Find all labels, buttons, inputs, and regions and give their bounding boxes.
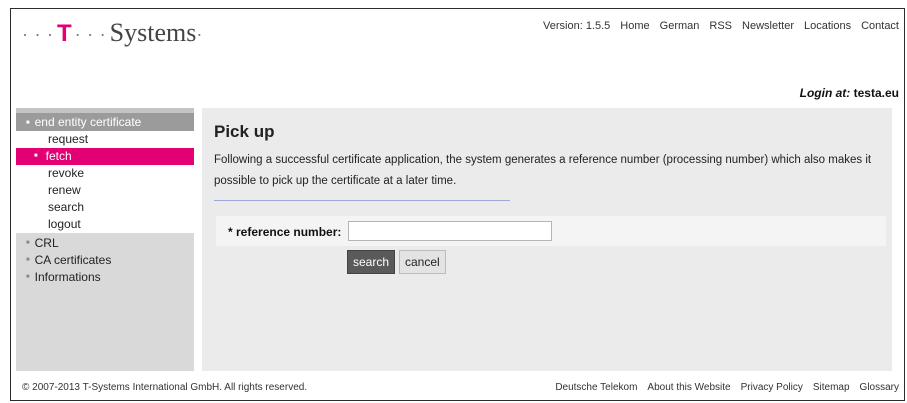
sidebar-item-crl[interactable]: CRL [16, 235, 194, 252]
footer-link-deutsche-telekom[interactable]: Deutsche Telekom [555, 382, 637, 393]
sidebar-item-revoke[interactable]: revoke [16, 165, 194, 182]
search-button[interactable]: search [347, 250, 396, 274]
main-content: Pick up Following a successful certifica… [194, 108, 892, 371]
tsystems-logo[interactable]: · · · T · · · Systems · [22, 18, 203, 48]
logo-dots: · · · [74, 25, 107, 45]
sidebar: end entity certificate request fetch rev… [16, 108, 194, 371]
footer-links: Deutsche Telekom About this Website Priv… [555, 382, 899, 393]
page-description: Following a successful certificate appli… [214, 154, 872, 187]
footer-copyright: © 2007-2013 T-Systems International GmbH… [22, 382, 308, 393]
nav-newsletter-link[interactable]: Newsletter [742, 20, 794, 32]
logo-wordmark: Systems [109, 18, 197, 47]
sidebar-section-end-entity-certificate[interactable]: end entity certificate [16, 113, 194, 131]
footer-link-about[interactable]: About this Website [647, 382, 730, 393]
reference-number-label: * reference number: [228, 225, 342, 239]
sidebar-item-informations[interactable]: Informations [16, 269, 194, 286]
logo-dots: · · · [22, 25, 54, 45]
nav-rss-link[interactable]: RSS [709, 20, 732, 32]
login-value: testa.eu [853, 86, 899, 100]
cancel-button[interactable]: cancel [399, 250, 446, 274]
logo-dot: · [196, 25, 204, 45]
version-label: Version: 1.5.5 [543, 20, 611, 32]
footer-link-glossary[interactable]: Glossary [860, 382, 899, 393]
reference-number-row: * reference number: [216, 216, 886, 246]
footer-link-privacy-policy[interactable]: Privacy Policy [741, 382, 803, 393]
reference-number-input[interactable] [348, 221, 552, 241]
login-info: Login at: testa.eu [800, 86, 899, 100]
sidebar-item-search[interactable]: search [16, 199, 194, 216]
nav-contact-link[interactable]: Contact [861, 20, 899, 32]
sidebar-item-fetch[interactable]: fetch [16, 148, 194, 165]
top-navigation: Version: 1.5.5 Home German RSS Newslette… [543, 20, 899, 32]
login-label: Login at: [799, 86, 851, 100]
nav-locations-link[interactable]: Locations [804, 20, 851, 32]
page-title: Pick up [214, 122, 275, 141]
telekom-t-icon: T [56, 20, 72, 47]
sidebar-submenu: request fetch revoke renew search logout [16, 131, 194, 233]
sidebar-item-ca-certificates[interactable]: CA certificates [16, 252, 194, 269]
divider [214, 200, 510, 201]
sidebar-item-request[interactable]: request [16, 131, 194, 148]
sidebar-other-menu: CRL CA certificates Informations [16, 233, 194, 286]
nav-german-link[interactable]: German [660, 20, 700, 32]
sidebar-item-logout[interactable]: logout [16, 216, 194, 233]
sidebar-item-renew[interactable]: renew [16, 182, 194, 199]
footer-link-sitemap[interactable]: Sitemap [813, 382, 850, 393]
nav-home-link[interactable]: Home [620, 20, 649, 32]
